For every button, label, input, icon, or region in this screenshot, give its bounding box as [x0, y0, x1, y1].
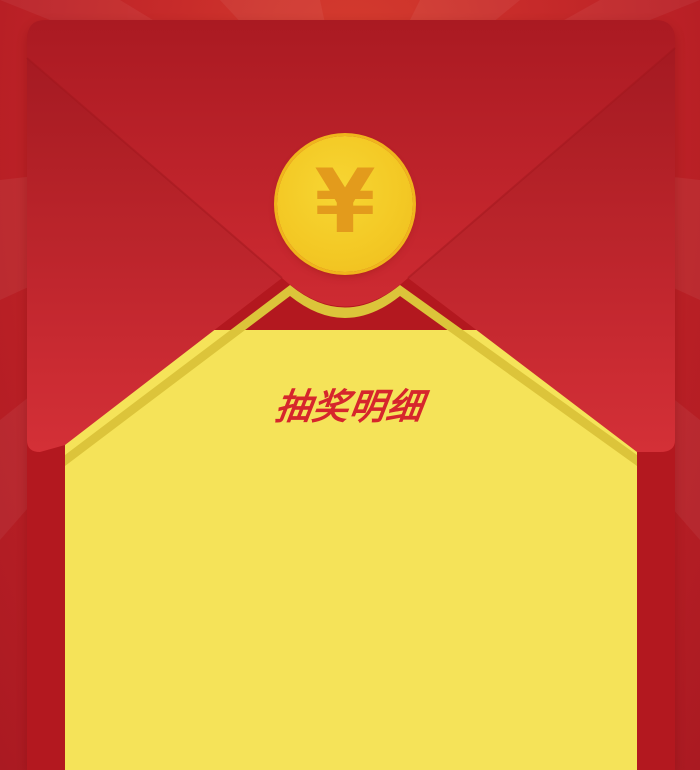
- open-envelope-coin-button[interactable]: ¥: [277, 136, 413, 272]
- red-envelope-screen: ¥ 抽奖明细: [0, 0, 700, 770]
- yuan-coin-icon: ¥: [314, 150, 376, 253]
- page-title: 抽奖明细: [272, 387, 427, 428]
